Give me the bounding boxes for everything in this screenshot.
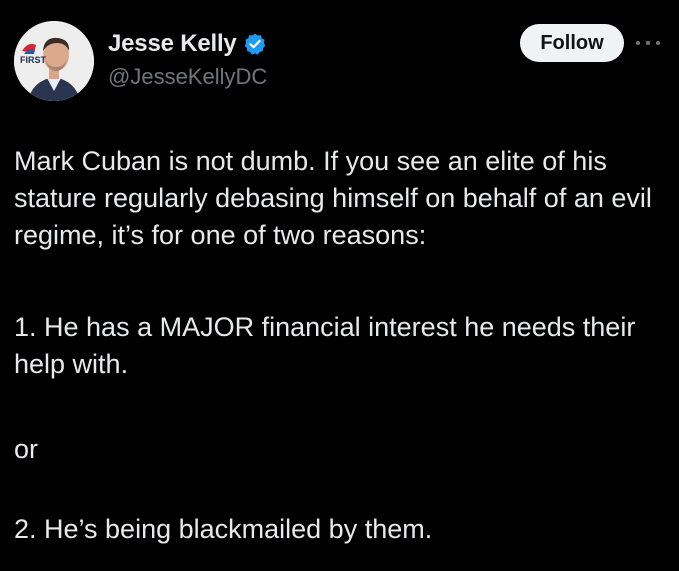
tweet-paragraph: 1. He has a MAJOR financial interest he … (14, 312, 636, 379)
dot (646, 41, 650, 45)
dot (636, 41, 640, 45)
tweet-paragraph: Mark Cuban is not dumb. If you see an el… (14, 146, 652, 250)
avatar-image: FIRST (14, 21, 94, 101)
dot (656, 41, 660, 45)
tweet-paragraph: or (14, 434, 39, 464)
more-horizontal-icon[interactable] (636, 34, 660, 52)
tweet-card: FIRST Jesse Kelly @JesseKellyDC Follow M… (0, 0, 679, 571)
tweet-paragraph: 2. He’s being blackmailed by them. (14, 514, 433, 544)
author-handle[interactable]: @JesseKellyDC (108, 64, 267, 90)
author-avatar[interactable]: FIRST (14, 21, 94, 101)
author-name-row: Jesse Kelly (108, 28, 267, 60)
svg-text:FIRST: FIRST (20, 55, 47, 65)
author-display-name[interactable]: Jesse Kelly (108, 30, 237, 58)
follow-button[interactable]: Follow (520, 24, 624, 62)
verified-badge-icon[interactable] (243, 32, 267, 56)
